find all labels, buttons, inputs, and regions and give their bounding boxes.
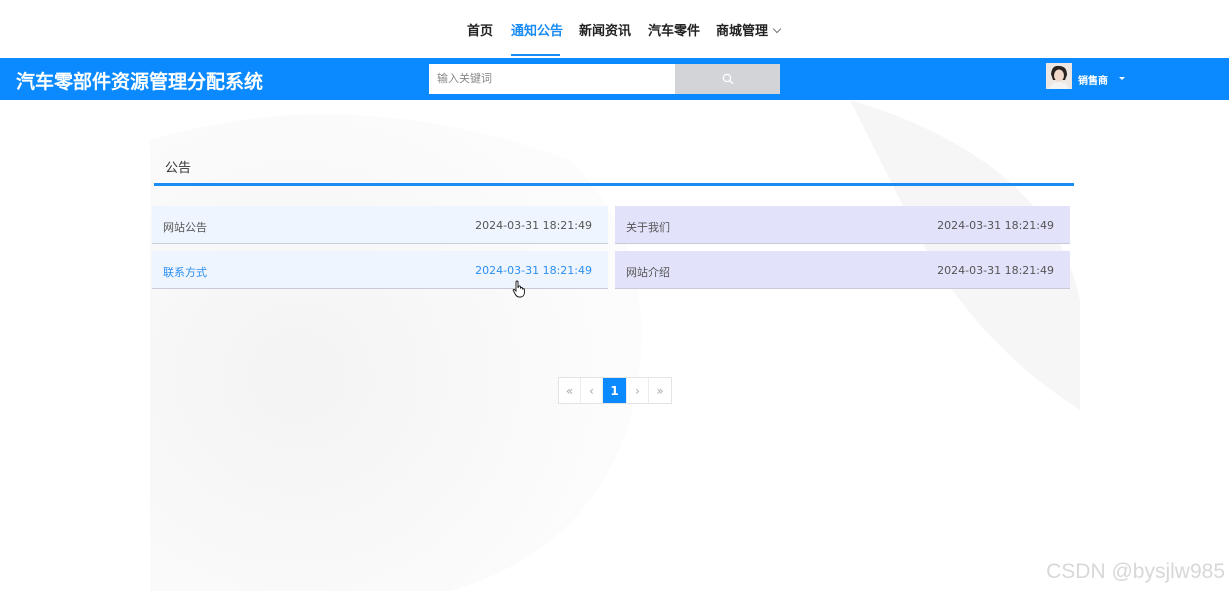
chevron-down-icon bbox=[772, 24, 782, 34]
top-nav: 首页 通知公告 新闻资讯 汽车零件 商城管理 bbox=[0, 0, 1229, 58]
notice-title[interactable]: 关于我们 bbox=[626, 219, 670, 235]
nav-active-underline bbox=[511, 54, 560, 56]
notice-item[interactable]: 网站介绍 2024-03-31 18:21:49 bbox=[615, 251, 1070, 289]
notice-date: 2024-03-31 18:21:49 bbox=[475, 264, 592, 277]
notice-date: 2024-03-31 18:21:49 bbox=[475, 219, 592, 232]
next-page-button[interactable]: › bbox=[627, 378, 649, 403]
notice-item[interactable]: 联系方式 2024-03-31 18:21:49 bbox=[152, 251, 608, 289]
nav-item-parts[interactable]: 汽车零件 bbox=[648, 20, 700, 39]
page-number-current[interactable]: 1 bbox=[603, 378, 627, 403]
notice-item[interactable]: 关于我们 2024-03-31 18:21:49 bbox=[615, 206, 1070, 244]
search-icon bbox=[722, 73, 733, 85]
nav-item-shop[interactable]: 商城管理 bbox=[716, 20, 782, 39]
username-label[interactable]: 销售商 bbox=[1078, 72, 1108, 87]
caret-down-icon[interactable] bbox=[1119, 77, 1125, 80]
section-divider bbox=[154, 183, 1074, 186]
notice-title[interactable]: 联系方式 bbox=[163, 264, 207, 280]
pagination: « ‹ 1 › » bbox=[558, 377, 672, 404]
last-page-button[interactable]: » bbox=[649, 378, 671, 403]
notice-title[interactable]: 网站介绍 bbox=[626, 264, 670, 280]
background-decoration bbox=[150, 100, 1080, 591]
first-page-button[interactable]: « bbox=[559, 378, 581, 403]
search-button[interactable] bbox=[675, 64, 780, 94]
nav-item-home[interactable]: 首页 bbox=[467, 20, 493, 39]
search-input[interactable] bbox=[429, 64, 675, 94]
site-logo-title: 汽车零部件资源管理分配系统 bbox=[16, 71, 264, 93]
watermark: CSDN @bysjlw985 bbox=[1046, 560, 1225, 583]
nav-item-shop-label: 商城管理 bbox=[716, 24, 769, 39]
nav-item-news[interactable]: 新闻资讯 bbox=[579, 20, 631, 39]
section-title: 公告 bbox=[165, 161, 192, 176]
nav-item-notices[interactable]: 通知公告 bbox=[511, 20, 563, 39]
prev-page-button[interactable]: ‹ bbox=[581, 378, 603, 403]
notice-date: 2024-03-31 18:21:49 bbox=[937, 264, 1054, 277]
notice-date: 2024-03-31 18:21:49 bbox=[937, 219, 1054, 232]
avatar[interactable] bbox=[1046, 63, 1072, 89]
notice-title[interactable]: 网站公告 bbox=[163, 219, 207, 235]
hand-cursor-icon bbox=[512, 280, 526, 302]
header-bar: 汽车零部件资源管理分配系统 销售商 bbox=[0, 58, 1229, 100]
notice-item[interactable]: 网站公告 2024-03-31 18:21:49 bbox=[152, 206, 608, 244]
